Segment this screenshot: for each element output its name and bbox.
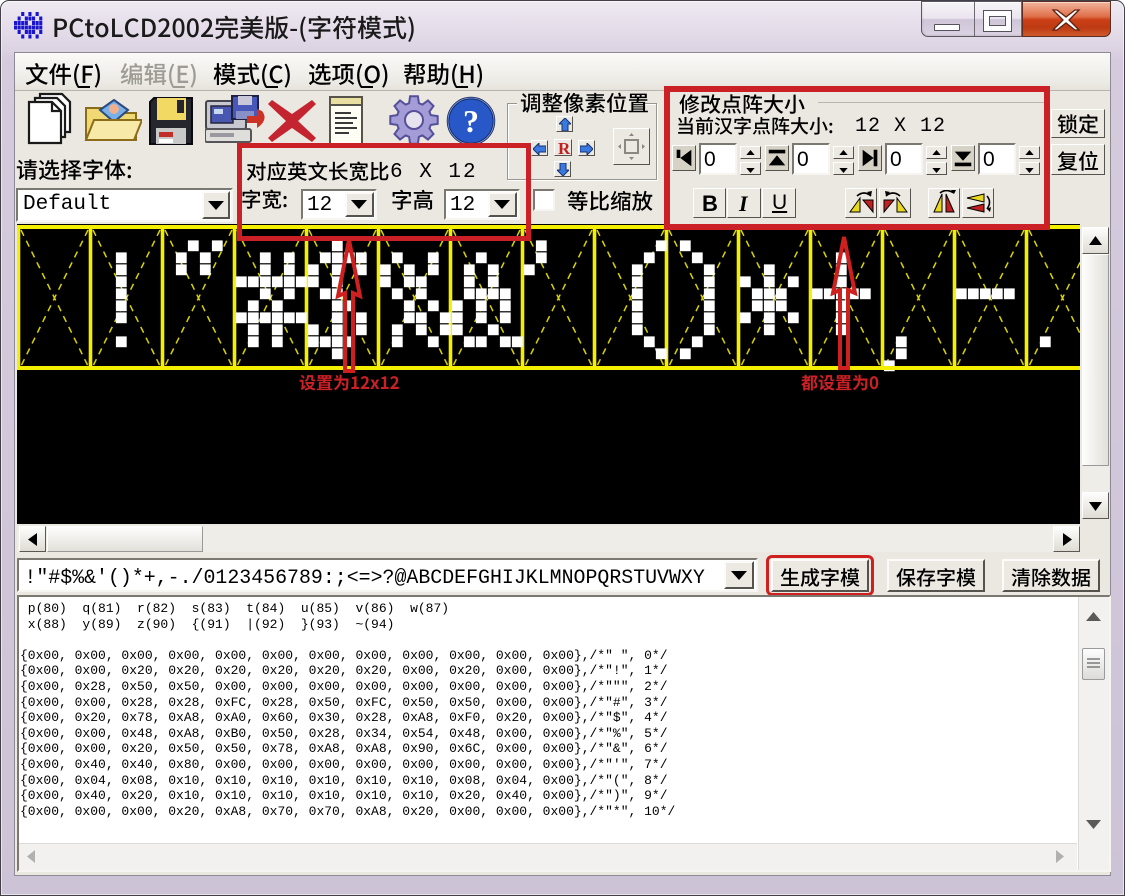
svg-text:?: ? <box>463 103 479 139</box>
